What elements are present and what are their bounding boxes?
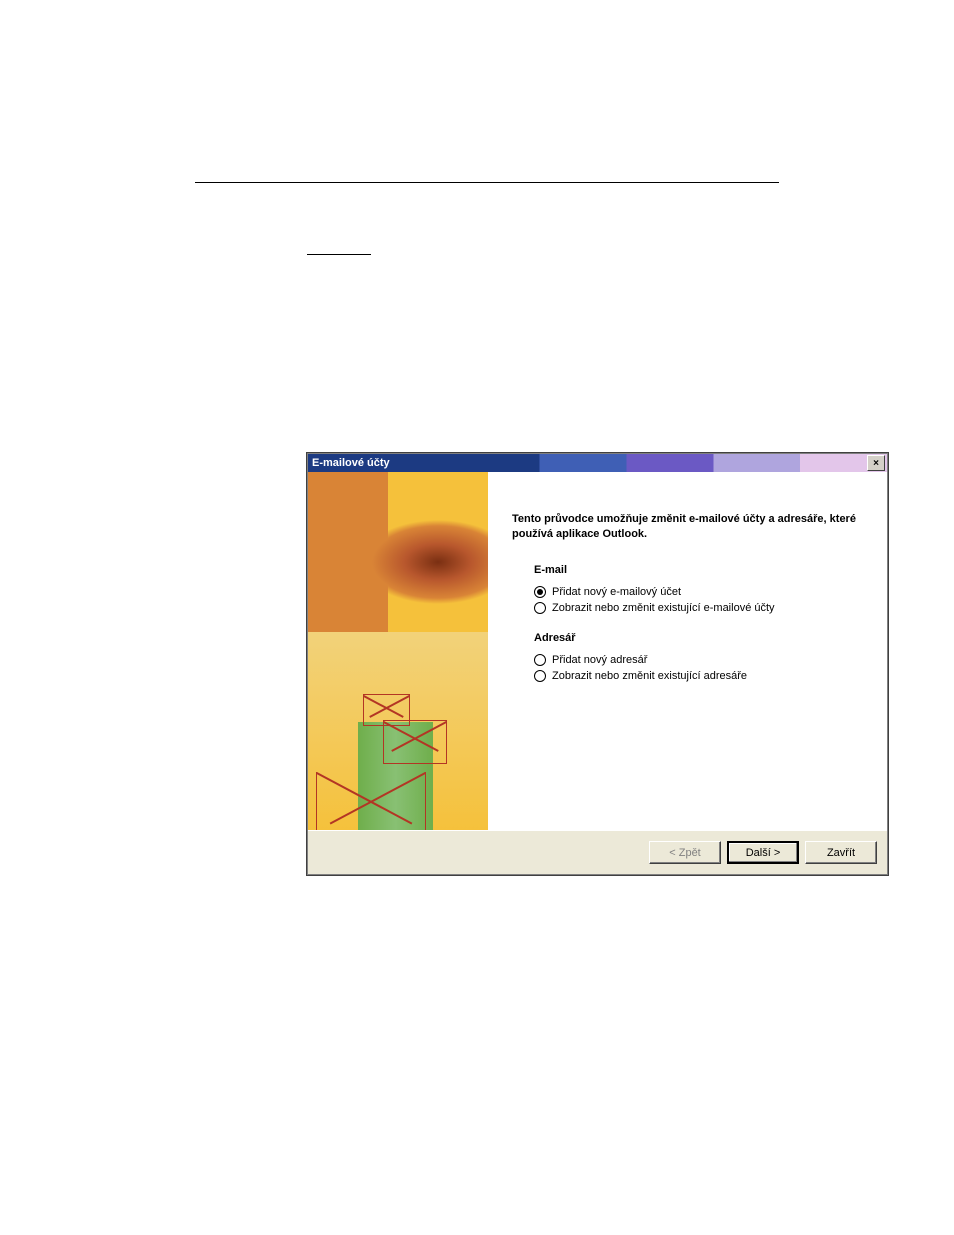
close-button[interactable]: Zavřít [805, 841, 877, 864]
email-options: Přidat nový e-mailový účet Zobrazit nebo… [534, 586, 863, 614]
option-label: Přidat nový e-mailový účet [552, 586, 681, 598]
radio-add-address[interactable] [534, 654, 546, 666]
back-button: < Zpět [649, 841, 721, 864]
titlebar: E-mailové účty × [308, 454, 887, 472]
close-icon[interactable]: × [867, 455, 885, 471]
section-heading-address: Adresář [534, 632, 863, 644]
horizontal-rule [195, 182, 779, 183]
radio-edit-email[interactable] [534, 602, 546, 614]
option-edit-email[interactable]: Zobrazit nebo změnit existující e-mailov… [534, 602, 863, 614]
dialog-body: Tento průvodce umožňuje změnit e-mailové… [308, 472, 887, 830]
underline-decoration [307, 254, 371, 255]
envelope-icon [383, 720, 447, 764]
intro-text: Tento průvodce umožňuje změnit e-mailové… [512, 512, 862, 542]
option-add-email[interactable]: Přidat nový e-mailový účet [534, 586, 863, 598]
next-button[interactable]: Další > [727, 841, 799, 864]
dialog-content: Tento průvodce umožňuje změnit e-mailové… [488, 472, 887, 830]
option-label: Přidat nový adresář [552, 654, 647, 666]
option-label: Zobrazit nebo změnit existující adresáře [552, 670, 747, 682]
email-accounts-dialog: E-mailové účty × Tento průvodce umožňuje… [307, 453, 888, 875]
dialog-footer: < Zpět Další > Zavřít [308, 830, 887, 874]
option-edit-address[interactable]: Zobrazit nebo změnit existující adresáře [534, 670, 863, 682]
radio-add-email[interactable] [534, 586, 546, 598]
option-label: Zobrazit nebo změnit existující e-mailov… [552, 602, 775, 614]
address-options: Přidat nový adresář Zobrazit nebo změnit… [534, 654, 863, 682]
radio-edit-address[interactable] [534, 670, 546, 682]
dialog-title: E-mailové účty [308, 457, 867, 469]
wizard-graphic [308, 472, 488, 830]
envelope-icon [316, 772, 426, 830]
option-add-address[interactable]: Přidat nový adresář [534, 654, 863, 666]
section-heading-email: E-mail [534, 564, 863, 576]
